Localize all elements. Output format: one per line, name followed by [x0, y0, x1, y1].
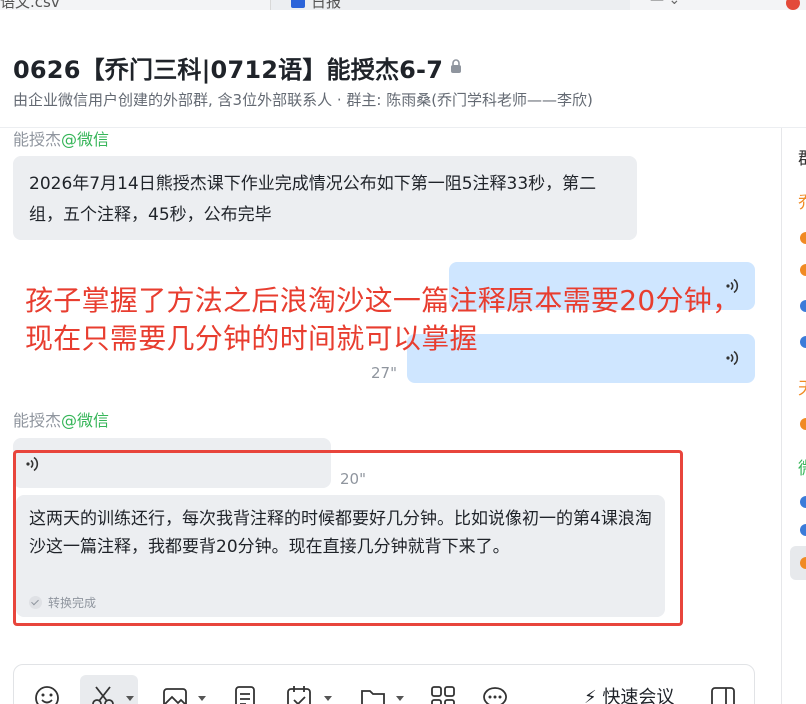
group-subtitle: 由企业微信用户创建的外部群, 含3位外部联系人 · 群主: 陈雨桑(乔门学科老师…	[13, 91, 593, 109]
document-icon[interactable]	[230, 683, 260, 704]
lock-icon	[451, 59, 461, 73]
group-title: 0626【乔门三科|0712语】能授杰6-7	[13, 56, 444, 84]
lightning-icon: ⚡	[584, 687, 597, 704]
tab-daily-report[interactable]: 日报	[270, 0, 630, 10]
annotation-text: 孩子掌握了方法之后浪淘沙这一篇注释原本需要20分钟，现在只需要几分钟的时间就可以…	[25, 284, 741, 355]
member-avatar-icon[interactable]	[800, 496, 806, 508]
chat-bubble-icon[interactable]	[480, 683, 510, 704]
chevron-down-icon[interactable]	[198, 696, 206, 701]
tab-controls-icon[interactable]: — ⌄	[650, 0, 680, 8]
tab-label-csv[interactable]: 语文.csv	[0, 0, 60, 10]
tab-label-daily-report: 日报	[311, 0, 342, 10]
quick-meeting-button[interactable]: ⚡ 快速会议	[584, 683, 674, 704]
highlight-box	[13, 450, 683, 626]
tab-strip: 语文.csv 日报 — ⌄	[0, 0, 806, 10]
apps-grid-icon[interactable]	[428, 683, 458, 704]
image-icon[interactable]	[160, 683, 190, 704]
quick-meeting-label: 快速会议	[602, 687, 675, 704]
panel-tag-icon: 乔	[798, 188, 806, 213]
member-avatar-icon[interactable]	[800, 418, 806, 430]
window-close-icon[interactable]	[786, 0, 800, 10]
calendar-check-icon[interactable]	[284, 683, 314, 704]
panel-tag-icon: 天	[798, 374, 806, 399]
member-avatar-icon[interactable]	[800, 524, 806, 536]
message-sender[interactable]: 能授杰@微信	[13, 126, 109, 150]
message-sender[interactable]: 能授杰@微信	[13, 407, 109, 431]
right-side-panel: 群 乔 天 微	[781, 128, 806, 704]
right-panel-title: 群	[798, 144, 806, 169]
scissors-icon	[92, 686, 114, 704]
sidebar-toggle-icon[interactable]	[708, 683, 738, 704]
sender-source: @微信	[61, 411, 110, 430]
sender-name: 能授杰	[13, 130, 62, 149]
sender-source: @微信	[61, 130, 110, 149]
message-bubble-text[interactable]: 2026年7月14日熊授杰课下作业完成情况公布如下第一阻5注释33秒，第二组，五…	[13, 156, 637, 240]
input-toolbar: ⚡ 快速会议	[13, 664, 755, 704]
chat-header: 0626【乔门三科|0712语】能授杰6-7 由企业微信用户创建的外部群, 含3…	[0, 10, 806, 128]
emoji-icon[interactable]	[32, 683, 62, 704]
member-avatar-icon[interactable]	[800, 264, 806, 276]
member-avatar-icon	[800, 557, 806, 569]
word-document-icon	[291, 0, 305, 8]
chevron-down-icon[interactable]	[126, 696, 134, 701]
chevron-down-icon[interactable]	[324, 696, 332, 701]
folder-icon[interactable]	[358, 683, 388, 704]
member-avatar-icon[interactable]	[800, 232, 806, 244]
panel-tag-icon: 微	[798, 454, 806, 479]
voice-duration: 27"	[371, 364, 397, 382]
chevron-down-icon[interactable]	[396, 696, 404, 701]
sender-name: 能授杰	[13, 411, 62, 430]
member-avatar-icon[interactable]	[800, 300, 806, 312]
member-item-selected[interactable]	[790, 546, 806, 580]
member-avatar-icon[interactable]	[800, 336, 806, 348]
